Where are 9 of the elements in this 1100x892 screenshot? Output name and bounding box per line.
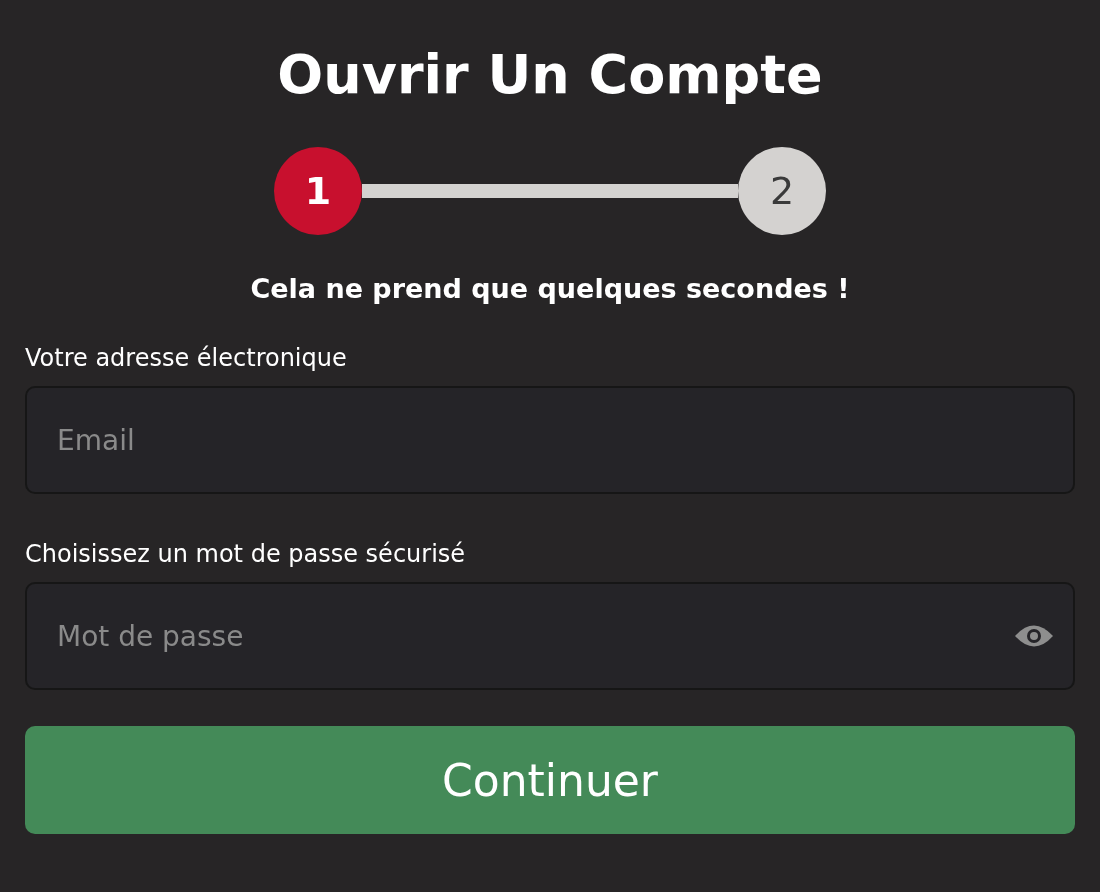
field-label: Choisissez un mot de passe sécurisé [25,539,466,570]
continue-button[interactable]: Continuer [25,726,1075,834]
page-title: Ouvrir Un Compte [277,42,823,108]
password-field[interactable]: Mot de passe [25,582,1075,690]
email-field[interactable]: Email [25,386,1075,494]
subtitle: Cela ne prend que quelques secondes ! [250,273,850,304]
step-circle: 1 [274,147,362,235]
step-circle: 2 [738,147,826,235]
field-label: Votre adresse électronique [25,343,347,374]
